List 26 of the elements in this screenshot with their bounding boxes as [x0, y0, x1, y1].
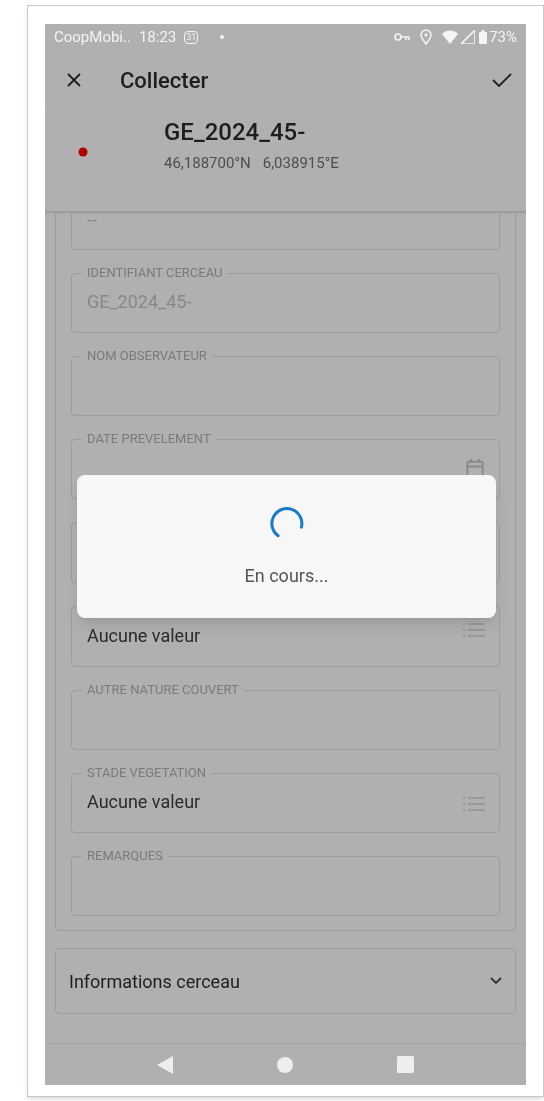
- record-title: GE_2024_45-: [164, 117, 307, 147]
- dot-icon: [220, 35, 225, 39]
- field-value: Aucune valeur: [87, 790, 201, 814]
- battery-icon: [479, 30, 488, 44]
- list-icon: [463, 623, 485, 637]
- back-icon[interactable]: [157, 1055, 173, 1074]
- coordinate-text: 6,038915°E: [262, 153, 339, 174]
- status-app-name: CoopMobi..: [54, 26, 131, 48]
- close-icon: [67, 73, 81, 87]
- key-icon: [394, 32, 411, 42]
- field-value: Aucune valeur: [87, 624, 201, 648]
- loading-message: En cours...: [244, 564, 329, 588]
- app-bar-title: Collecter: [120, 66, 209, 95]
- signal-icon: [461, 30, 476, 44]
- coordinate-text: 46,188700°N: [164, 153, 251, 174]
- location-icon: [420, 29, 433, 45]
- wifi-icon: [442, 30, 459, 44]
- chevron-down-icon: [490, 977, 502, 985]
- calendar-badge: 31: [184, 30, 199, 44]
- recents-icon[interactable]: [397, 1056, 414, 1073]
- field-value: --: [87, 212, 97, 232]
- battery-percent: 73%: [489, 26, 517, 48]
- status-time: 18:23: [138, 26, 177, 48]
- home-icon[interactable]: [277, 1056, 293, 1073]
- accordion-header[interactable]: Informations cerceau: [55, 948, 516, 1014]
- check-icon: [492, 72, 512, 88]
